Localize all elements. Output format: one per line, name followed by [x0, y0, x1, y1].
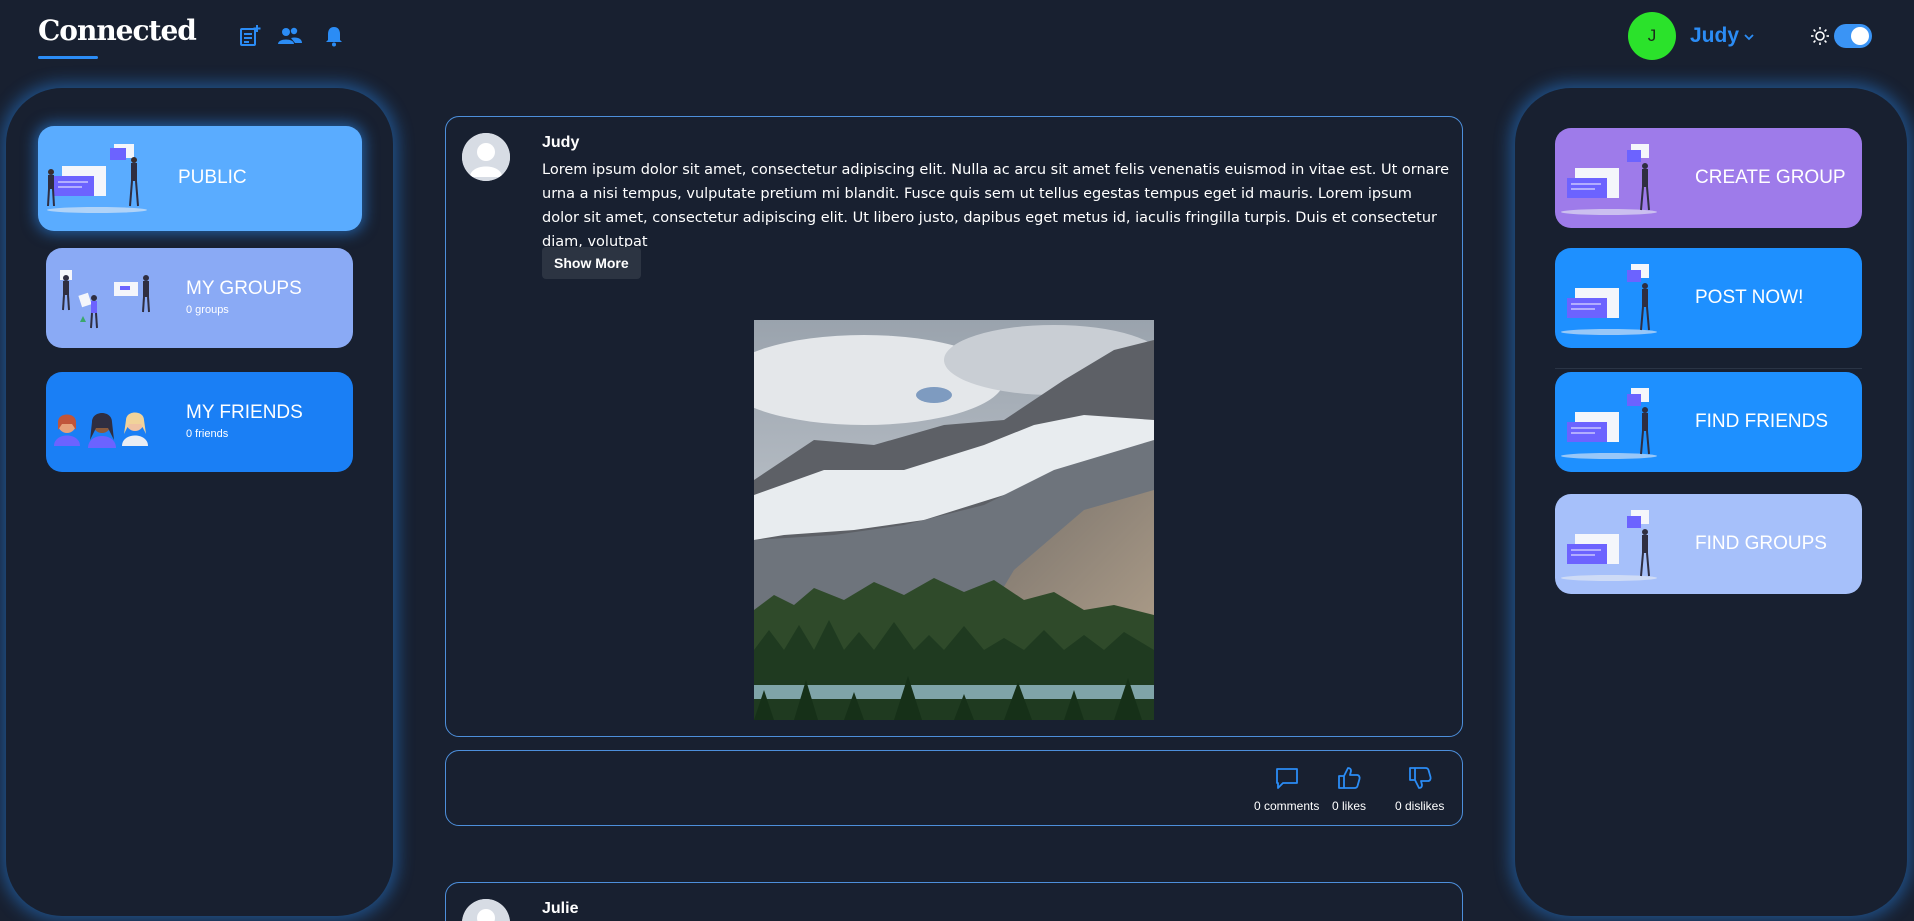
find-friends-button[interactable]: FIND FRIENDS	[1555, 372, 1862, 472]
create-group-label: CREATE GROUP	[1695, 167, 1846, 188]
groups-illustration-icon	[60, 270, 150, 329]
groups-count: 0 groups	[186, 304, 229, 316]
default-avatar-icon	[462, 899, 510, 921]
find-friends-illustration-icon	[1561, 388, 1657, 459]
thumbs-up-icon	[1338, 767, 1361, 789]
post-author-avatar[interactable]	[462, 133, 510, 181]
likes-count: 0 likes	[1332, 799, 1367, 813]
user-name[interactable]: Judy	[1690, 24, 1739, 48]
find-groups-label: FIND GROUPS	[1695, 533, 1827, 554]
notifications-icon[interactable]	[322, 24, 346, 48]
find-groups-button[interactable]: FIND GROUPS	[1555, 494, 1862, 594]
post-author-avatar[interactable]	[462, 899, 510, 921]
post-actions-bar: 0 comments 0 likes 0 dislikes	[445, 750, 1463, 826]
toggle-knob	[1851, 27, 1869, 45]
chevron-down-icon[interactable]	[1742, 30, 1756, 44]
show-more-button[interactable]: Show More	[542, 247, 641, 279]
comments-count: 0 comments	[1254, 799, 1320, 813]
default-avatar-icon	[462, 133, 510, 181]
post-now-button[interactable]: POST NOW!	[1555, 248, 1862, 348]
nav-my-groups-label: MY GROUPS	[186, 278, 302, 299]
nav-public-label: PUBLIC	[178, 167, 247, 188]
nav-my-friends[interactable]: MY FRIENDS 0 friends	[46, 372, 353, 472]
add-friend-icon[interactable]	[277, 24, 303, 48]
right-sidebar: CREATE GROUP POST NOW! FIND FRIENDS FIND…	[1515, 88, 1907, 916]
theme-toggle[interactable]	[1834, 24, 1872, 48]
dislikes-count: 0 dislikes	[1395, 799, 1445, 813]
thumbs-down-icon	[1408, 767, 1432, 789]
post-now-label: POST NOW!	[1695, 287, 1804, 308]
post-card: Julie	[445, 882, 1463, 921]
post-card: Judy Lorem ipsum dolor sit amet, consect…	[445, 116, 1463, 737]
dislike-action[interactable]: 0 dislikes	[1395, 765, 1444, 813]
comments-action[interactable]: 0 comments	[1254, 765, 1319, 813]
comment-icon	[1275, 768, 1298, 789]
logo-underline	[38, 56, 98, 59]
sun-icon	[1811, 27, 1829, 45]
user-avatar[interactable]: J	[1628, 12, 1676, 60]
post-now-illustration-icon	[1561, 264, 1657, 335]
app-logo[interactable]: Connected	[38, 14, 197, 47]
create-group-button[interactable]: CREATE GROUP	[1555, 128, 1862, 228]
friends-count: 0 friends	[186, 428, 229, 440]
nav-my-groups[interactable]: MY GROUPS 0 groups	[46, 248, 353, 348]
post-author-name[interactable]: Julie	[542, 900, 578, 918]
create-group-illustration-icon	[1561, 144, 1657, 215]
left-sidebar: PUBLIC MY GROUPS 0 groups MY FRIENDS 0 f…	[6, 88, 393, 916]
new-post-icon[interactable]	[238, 24, 262, 48]
post-body-text: Lorem ipsum dolor sit amet, consectetur …	[542, 162, 1450, 250]
friends-illustration-icon	[54, 412, 148, 448]
find-groups-illustration-icon	[1561, 510, 1657, 581]
divider	[1555, 368, 1862, 369]
post-author-name[interactable]: Judy	[542, 134, 579, 152]
find-friends-label: FIND FRIENDS	[1695, 411, 1828, 432]
public-illustration-icon	[47, 144, 147, 213]
nav-my-friends-label: MY FRIENDS	[186, 402, 303, 423]
nav-public[interactable]: PUBLIC	[38, 126, 362, 231]
like-action[interactable]: 0 likes	[1332, 765, 1366, 813]
post-image[interactable]	[754, 320, 1154, 720]
